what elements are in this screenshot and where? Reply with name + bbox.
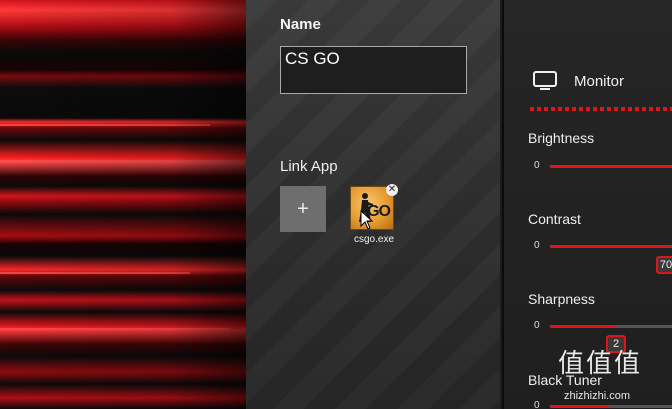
- watermark-glyph: 值: [614, 349, 643, 379]
- sharpness-label: Sharpness: [528, 291, 595, 307]
- sharpness-fill: [550, 325, 616, 328]
- sharpness-min: 0: [534, 320, 540, 331]
- profile-name-input[interactable]: [280, 46, 467, 94]
- black-tuner-slider[interactable]: [550, 405, 672, 408]
- linked-app-tile[interactable]: GO ✕ csgo.exe: [348, 184, 398, 248]
- name-label: Name: [280, 16, 321, 33]
- contrast-value: 70: [656, 256, 672, 274]
- brightness-label: Brightness: [528, 130, 595, 146]
- watermark-url: zhizhizhi.com: [564, 390, 631, 402]
- section-divider: [530, 107, 672, 111]
- watermark-logo: 值值值: [558, 343, 642, 380]
- brightness-slider[interactable]: [550, 165, 672, 168]
- add-app-button[interactable]: +: [280, 186, 326, 232]
- remove-app-button[interactable]: ✕: [386, 184, 398, 196]
- contrast-slider[interactable]: [550, 245, 672, 248]
- plus-icon: +: [297, 197, 309, 220]
- contrast-min: 0: [534, 240, 540, 251]
- monitor-icon: [533, 71, 557, 90]
- wallpaper-shade: [0, 0, 246, 409]
- brightness-fill: [550, 165, 672, 168]
- contrast-label: Contrast: [528, 211, 581, 227]
- brightness-min: 0: [534, 160, 540, 171]
- monitor-header: Monitor: [532, 70, 624, 92]
- watermark-glyph: 值: [558, 349, 587, 379]
- app-filename: csgo.exe: [353, 234, 395, 245]
- background-wallpaper: [0, 0, 246, 409]
- link-app-label: Link App: [280, 158, 338, 175]
- mouse-cursor-icon: [360, 210, 374, 230]
- monitor-title: Monitor: [574, 72, 625, 90]
- profile-panel: Name Link App + GO ✕ csgo.exe: [246, 0, 502, 409]
- black-tuner-min: 0: [534, 400, 540, 409]
- contrast-fill: [550, 245, 670, 248]
- sharpness-slider[interactable]: [550, 325, 672, 328]
- watermark-glyph: 值: [586, 349, 615, 379]
- black-tuner-fill: [550, 405, 610, 408]
